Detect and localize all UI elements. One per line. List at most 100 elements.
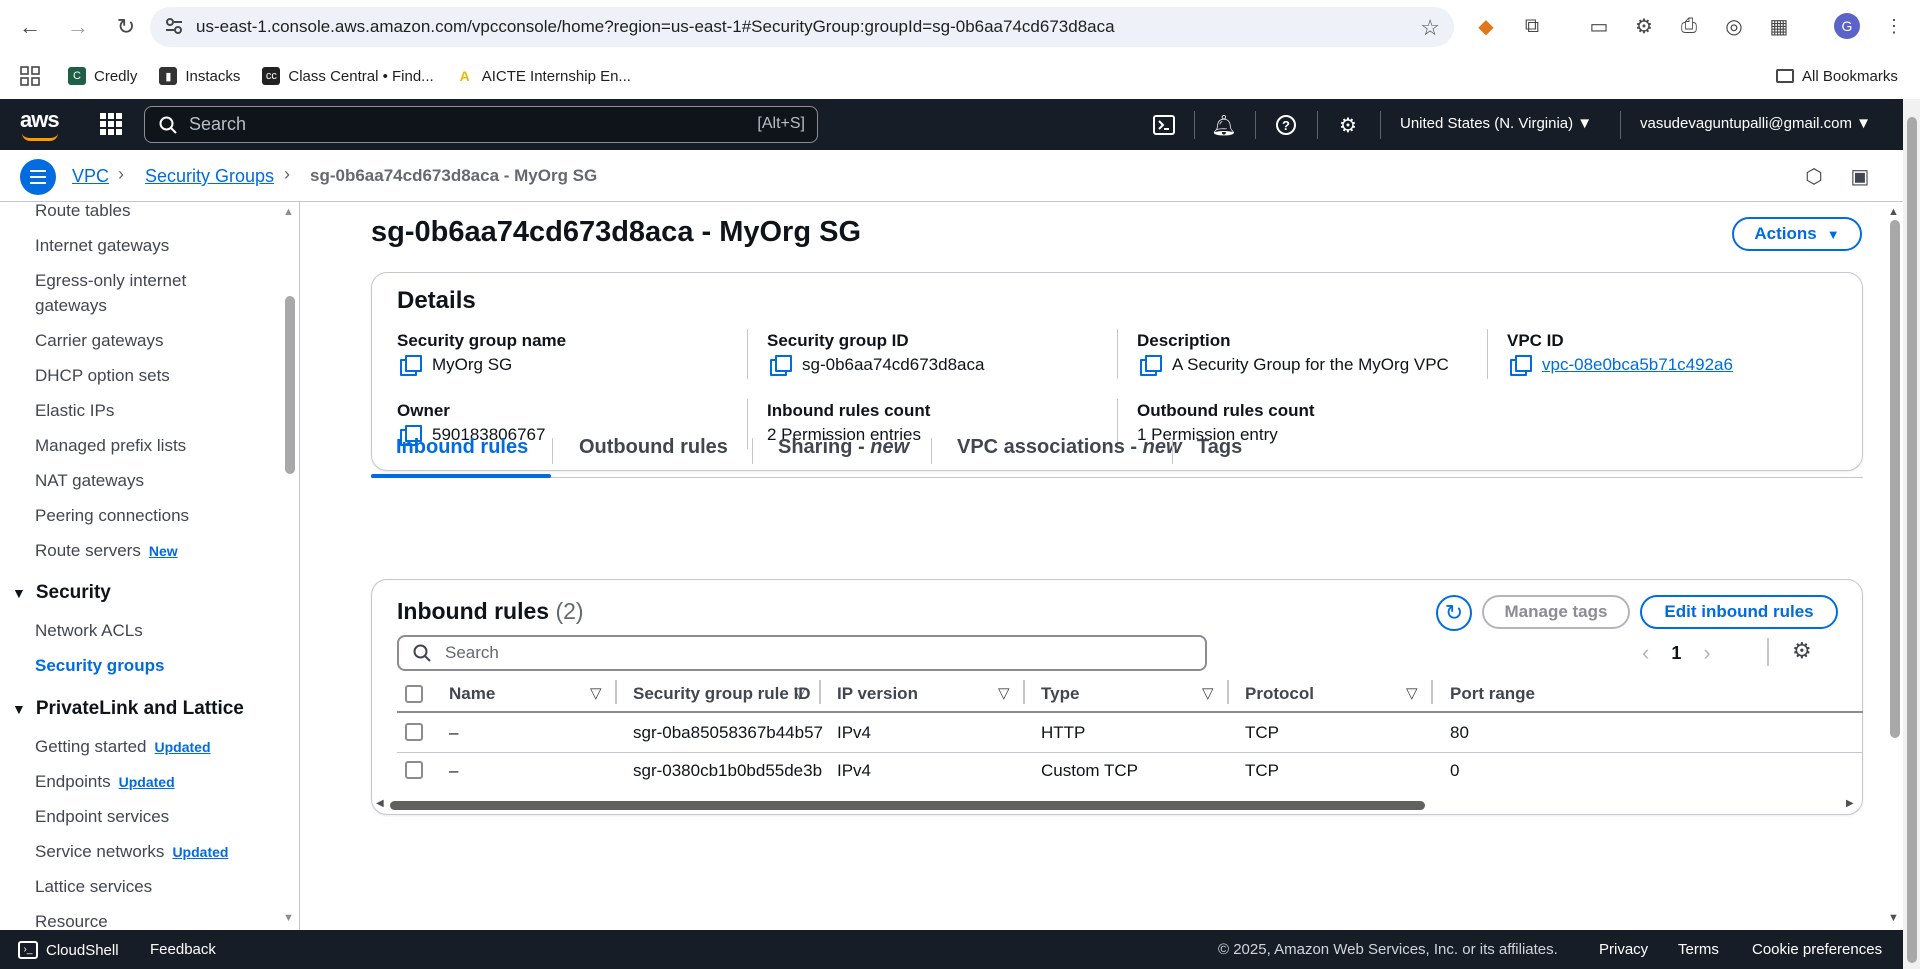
chrome-menu-icon[interactable]: ⋮ [1880, 12, 1908, 40]
column-header-rule-id[interactable]: Security group rule ID [633, 684, 811, 704]
hscroll-left-icon[interactable]: ◀ [376, 798, 384, 809]
column-header-name[interactable]: Name [449, 684, 495, 704]
sort-icon[interactable]: ▽ [1406, 684, 1418, 702]
screenshot-icon[interactable]: ◎ [1720, 12, 1748, 40]
chevron-right-icon[interactable]: › [1703, 640, 1710, 666]
address-bar[interactable]: us-east-1.console.aws.amazon.com/vpccons… [150, 7, 1454, 47]
region-selector[interactable]: United States (N. Virginia) ▼ [1400, 115, 1592, 132]
page-number[interactable]: 1 [1671, 643, 1681, 664]
breadcrumb-vpc[interactable]: VPC [72, 166, 109, 187]
extensions-icon[interactable]: ⧉ [1518, 12, 1546, 40]
sidebar-section-privatelink[interactable]: ▼ PrivateLink and Lattice [12, 698, 244, 720]
metamask-icon[interactable]: ◆ [1472, 12, 1500, 40]
table-preferences-gear-icon[interactable]: ⚙ [1792, 638, 1812, 664]
sidebar-item-resource[interactable]: Resource [35, 909, 108, 930]
row-checkbox[interactable] [405, 761, 423, 779]
tab-inbound-rules[interactable]: Inbound rules [396, 436, 528, 459]
sidebar-item-lattice-services[interactable]: Lattice services [35, 874, 152, 899]
tab-sharing[interactable]: Sharing - new [778, 436, 909, 459]
tab-tags[interactable]: Tags [1197, 436, 1242, 459]
bookmark-credly[interactable]: C Credly [68, 67, 137, 85]
copy-icon[interactable] [400, 355, 422, 376]
services-menu-icon[interactable] [100, 113, 122, 135]
sidebar-item-security-groups[interactable]: Security groups [35, 653, 164, 678]
tab-outbound-rules[interactable]: Outbound rules [579, 436, 728, 459]
settings-gear-icon[interactable]: ⚙ [1334, 111, 1362, 139]
terms-link[interactable]: Terms [1678, 941, 1719, 958]
refresh-icon[interactable]: ↻ [1436, 595, 1472, 631]
bookmark-class-central[interactable]: cc Class Central • Find... [262, 67, 434, 85]
forward-icon[interactable]: → [58, 7, 98, 47]
sort-icon[interactable]: ▽ [1202, 684, 1214, 702]
hscroll-right-icon[interactable]: ▶ [1846, 798, 1854, 809]
cloudshell-icon[interactable] [1150, 111, 1178, 139]
chevron-left-icon[interactable]: ‹ [1642, 640, 1649, 666]
breadcrumb-security-groups[interactable]: Security Groups [145, 166, 274, 187]
sidebar-item-internet-gateways[interactable]: Internet gateways [35, 233, 169, 258]
sort-icon[interactable]: ▽ [590, 684, 602, 702]
sidebar-item-carrier-gateways[interactable]: Carrier gateways [35, 328, 164, 353]
sidebar-item-managed-prefix-lists[interactable]: Managed prefix lists [35, 433, 186, 458]
main-scroll-down-icon[interactable]: ▼ [1888, 912, 1899, 924]
sidebar-item-service-networks[interactable]: Service networks Updated [35, 839, 228, 865]
sidebar-item-egress-only-line2[interactable]: gateways [35, 293, 107, 318]
copy-icon[interactable] [1140, 355, 1162, 376]
sidebar-item-route-tables[interactable]: Route tables [35, 202, 130, 223]
bookmark-instacks[interactable]: ▮ Instacks [159, 67, 240, 85]
vpc-id-link[interactable]: vpc-08e0bca5b71c492a6 [1542, 355, 1733, 375]
sidebar-item-endpoint-services[interactable]: Endpoint services [35, 804, 169, 829]
sidebar-item-egress-only[interactable]: Egress-only internet [35, 268, 186, 293]
sort-icon[interactable]: ▽ [998, 684, 1010, 702]
cloudshell-footer-button[interactable]: ›_ CloudShell [18, 941, 119, 959]
sidebar-section-security[interactable]: ▼ Security [12, 582, 111, 604]
back-icon[interactable]: ← [10, 7, 50, 47]
sidebar-item-peering-connections[interactable]: Peering connections [35, 503, 189, 528]
table-search-input[interactable]: Search [397, 635, 1207, 671]
network-icon[interactable]: ⚙ [1630, 12, 1658, 40]
notifications-bell-icon[interactable]: 🔔︎ [1210, 111, 1238, 139]
feedback-hex-icon[interactable]: ⬡ [1800, 162, 1828, 190]
sidebar-item-dhcp-option-sets[interactable]: DHCP option sets [35, 363, 170, 388]
print-icon[interactable]: ⎙ [1675, 12, 1703, 40]
all-bookmarks[interactable]: All Bookmarks [1776, 68, 1898, 85]
aws-logo[interactable]: aws [20, 107, 60, 141]
feedback-link[interactable]: Feedback [150, 941, 216, 958]
tutorial-panel-icon[interactable]: ▣ [1846, 162, 1874, 190]
bookmark-aicte[interactable]: A AICTE Internship En... [455, 67, 631, 85]
sidebar-item-network-acls[interactable]: Network ACLs [35, 618, 143, 643]
sidebar-scroll-up-icon[interactable]: ▲ [283, 206, 294, 218]
page-scrollbar[interactable] [1903, 99, 1920, 969]
column-header-type[interactable]: Type [1041, 684, 1079, 704]
site-info-icon[interactable] [164, 16, 184, 36]
column-header-protocol[interactable]: Protocol [1245, 684, 1314, 704]
copy-icon[interactable] [1510, 355, 1532, 376]
copy-icon[interactable] [770, 355, 792, 376]
bookmark-star-icon[interactable]: ☆ [1420, 15, 1440, 41]
account-menu[interactable]: vasudevaguntupalli@gmail.com ▼ [1640, 115, 1871, 132]
tab-vpc-associations[interactable]: VPC associations - new [957, 436, 1182, 459]
qr-code-icon[interactable]: ▦ [1765, 12, 1793, 40]
actions-button[interactable]: Actions ▼ [1732, 217, 1862, 251]
cast-icon[interactable]: ▭ [1585, 12, 1613, 40]
privacy-link[interactable]: Privacy [1599, 941, 1648, 958]
select-all-checkbox[interactable] [405, 685, 423, 703]
aws-search-input[interactable]: Search [Alt+S] [144, 106, 818, 143]
apps-grid-icon[interactable] [20, 66, 40, 86]
side-nav-toggle-icon[interactable] [20, 159, 56, 195]
sidebar-scrollbar[interactable] [285, 296, 295, 474]
page-scrollbar-thumb[interactable] [1907, 117, 1917, 963]
sidebar-item-elastic-ips[interactable]: Elastic IPs [35, 398, 114, 423]
cookie-preferences-link[interactable]: Cookie preferences [1752, 941, 1882, 958]
sidebar-item-getting-started[interactable]: Getting started Updated [35, 734, 211, 760]
manage-tags-button[interactable]: Manage tags [1482, 595, 1630, 629]
column-header-ip-version[interactable]: IP version [837, 684, 918, 704]
help-icon[interactable]: ? [1272, 111, 1300, 139]
sort-icon[interactable]: ▽ [794, 684, 806, 702]
main-scrollbar[interactable] [1890, 220, 1900, 738]
main-scroll-up-icon[interactable]: ▲ [1888, 206, 1899, 218]
sidebar-item-endpoints[interactable]: Endpoints Updated [35, 769, 175, 795]
profile-avatar[interactable]: G [1834, 13, 1860, 39]
reload-icon[interactable]: ↻ [106, 7, 146, 47]
sidebar-item-nat-gateways[interactable]: NAT gateways [35, 468, 144, 493]
sidebar-scroll-down-icon[interactable]: ▼ [283, 912, 294, 924]
